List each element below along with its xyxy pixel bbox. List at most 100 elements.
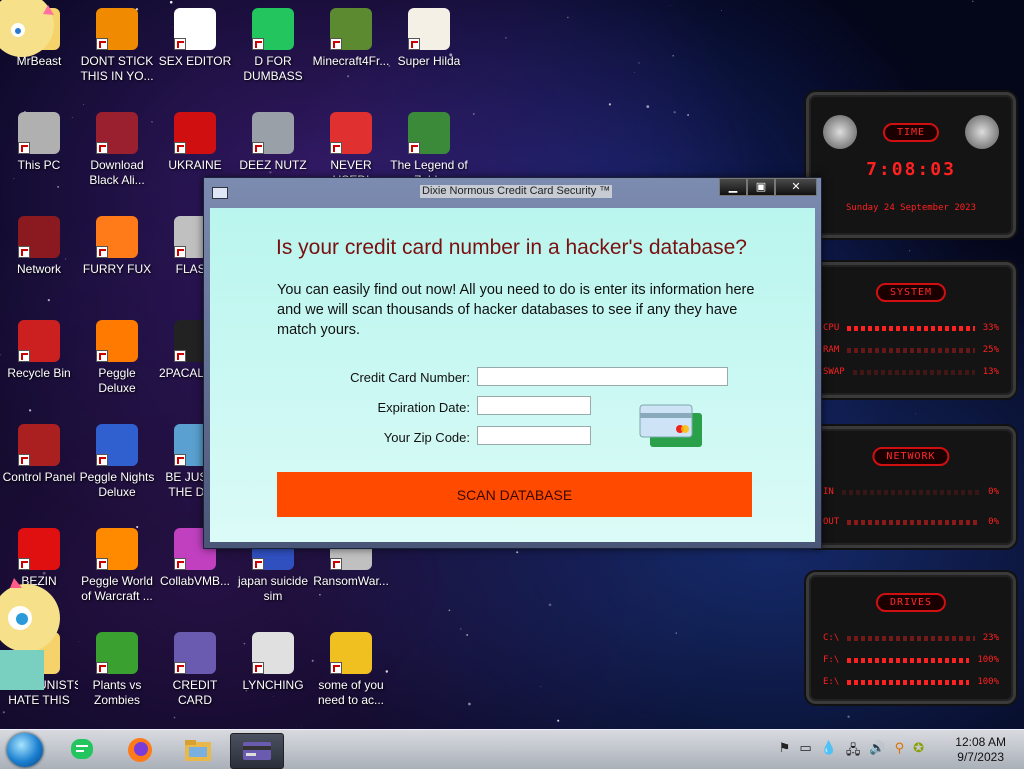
date-value: Sunday 24 September 2023: [845, 203, 977, 213]
minimize-button[interactable]: ▁: [719, 178, 747, 196]
desktop-icon[interactable]: Peggle World of Warcraft ...: [78, 528, 156, 604]
desktop-icon-label: This PC: [17, 158, 61, 172]
windows-orb-icon[interactable]: [7, 733, 43, 767]
shortcut-arrow-icon: [330, 558, 342, 570]
star: [516, 551, 519, 554]
desktop-icon-label: CREDIT CARD CHECKER: [166, 678, 225, 709]
swap-row: SWAP 13%: [823, 367, 999, 377]
shortcut-arrow-icon: [330, 662, 342, 674]
desktop-icon[interactable]: Recycle Bin: [0, 320, 78, 381]
desktop-icon[interactable]: FURRY FUX: [78, 216, 156, 277]
taskbar-explorer[interactable]: [178, 733, 218, 767]
desktop-icon[interactable]: Control Panel: [0, 424, 78, 485]
credit-cards-icon: [639, 404, 702, 447]
dev-badge-icon: [330, 112, 372, 154]
pixel-fox-icon: [408, 8, 450, 50]
desktop-icon[interactable]: SEX EDITOR: [156, 8, 234, 69]
expiration-input[interactable]: [477, 396, 591, 415]
shortcut-arrow-icon: [96, 38, 108, 50]
star: [57, 186, 59, 188]
volume-icon[interactable]: 🔊: [869, 741, 885, 763]
desktop-icon[interactable]: DONT STICK THIS IN YO...: [78, 8, 156, 84]
shortcut-arrow-icon: [408, 38, 420, 50]
shortcut-arrow-icon: [252, 38, 264, 50]
folder-icon: [185, 740, 211, 761]
star: [448, 609, 451, 612]
taskbar-clock[interactable]: 12:08 AM 9/7/2023: [955, 735, 1006, 765]
scan-database-button[interactable]: SCAN DATABASE: [277, 472, 752, 517]
network-title: NETWORK: [872, 447, 950, 466]
network-icon[interactable]: 🖧: [846, 741, 861, 763]
desktop-icon-label: Peggle Deluxe: [98, 366, 136, 395]
desktop-icon-label: CollabVMB...: [159, 574, 231, 588]
pixel-hero-icon: [408, 112, 450, 154]
search-tool-icon[interactable]: ⚲: [895, 741, 905, 763]
desktop-icon-label: Plants vs Zombies: [92, 678, 142, 707]
system-tray: ⚑ ▭ 💧 🖧 🔊 ⚲ ✪: [779, 741, 924, 763]
star: [720, 10, 722, 12]
shortcut-arrow-icon: [96, 662, 108, 674]
desktop-icon-label: Peggle World of Warcraft ...: [81, 574, 153, 603]
desktop-icon-label: RansomWar...: [313, 574, 389, 588]
desktop-icon[interactable]: Super Hilda: [390, 8, 468, 69]
shortcut-arrow-icon: [174, 38, 186, 50]
page-heading: Is your credit card number in a hacker's…: [276, 236, 747, 259]
desktop-icon[interactable]: some of you need to ac...: [312, 632, 390, 708]
window-client-area: Is your credit card number in a hacker's…: [210, 208, 815, 542]
taskbar-chat[interactable]: [62, 733, 102, 767]
star: [169, 0, 173, 4]
desktop-icon-label: DONT STICK THIS IN YO...: [80, 54, 154, 83]
maximize-button[interactable]: ▣: [747, 178, 775, 196]
desktop-icon[interactable]: CREDIT CARD CHECKER: [156, 632, 234, 709]
flag-icon[interactable]: ⚑: [779, 741, 791, 763]
star: [13, 178, 15, 180]
windows-stack-icon: [252, 112, 294, 154]
clock-time: 12:08 AM: [955, 735, 1006, 749]
desktop-icon[interactable]: Minecraft4Fr...: [312, 8, 390, 69]
desktop-icon[interactable]: Peggle Deluxe: [78, 320, 156, 396]
desktop-icon-label: Recycle Bin: [7, 366, 71, 380]
cartoon-character-bottom: [0, 578, 60, 690]
star: [173, 716, 176, 719]
firefox-icon: [96, 216, 138, 258]
desktop-icon[interactable]: Plants vs Zombies: [78, 632, 156, 708]
desktop-icon[interactable]: Peggle Nights Deluxe: [78, 424, 156, 500]
close-button[interactable]: ✕: [775, 178, 817, 196]
desktop-icon-label: FURRY FUX: [82, 262, 152, 276]
desktop-icon[interactable]: This PC: [0, 112, 78, 173]
star-badge-icon[interactable]: ✪: [913, 741, 924, 763]
vlc-cone-icon: [96, 8, 138, 50]
credit-card-icon: [174, 632, 216, 674]
shortcut-arrow-icon: [252, 558, 264, 570]
window-titlebar[interactable]: Dixie Normous Credit Card Security ™ ▁ ▣…: [204, 178, 821, 206]
desktop-icon[interactable]: Network: [0, 216, 78, 277]
alien-logo-icon: [965, 115, 999, 149]
desktop-icon[interactable]: D FOR DUMBASS: [234, 8, 312, 84]
desktop-icon[interactable]: Download Black Ali...: [78, 112, 156, 188]
shortcut-arrow-icon: [174, 350, 186, 362]
taskbar-cardchecker[interactable]: [230, 733, 284, 769]
alien-logo-icon: [823, 115, 857, 149]
star: [466, 634, 469, 636]
star: [319, 593, 321, 596]
desktop-icon[interactable]: LYNCHING: [234, 632, 312, 693]
star: [472, 113, 475, 115]
cartoon-character-top: [0, 0, 54, 57]
desktop-icon[interactable]: DEEZ NUTZ: [234, 112, 312, 173]
shortcut-arrow-icon: [18, 246, 30, 258]
plant-icon: [96, 632, 138, 674]
zip-input[interactable]: [477, 426, 591, 445]
drop-icon[interactable]: 💧: [821, 741, 837, 763]
desktop-icon[interactable]: UKRAINE: [156, 112, 234, 173]
drives-panel: DRIVES C:\ 23% F:\ 100% E:\ 100%: [806, 572, 1016, 704]
drive-icon[interactable]: ▭: [799, 741, 811, 763]
card-number-input[interactable]: [477, 367, 728, 386]
noose-icon: [252, 632, 294, 674]
star: [468, 702, 471, 706]
recycle-bin-icon: [18, 320, 60, 362]
taskbar-firefox[interactable]: [120, 733, 160, 767]
shortcut-arrow-icon: [252, 142, 264, 154]
expiration-label: Expiration Date:: [377, 400, 471, 415]
window-app-icon[interactable]: [212, 187, 228, 199]
zip-label: Your Zip Code:: [383, 430, 470, 445]
